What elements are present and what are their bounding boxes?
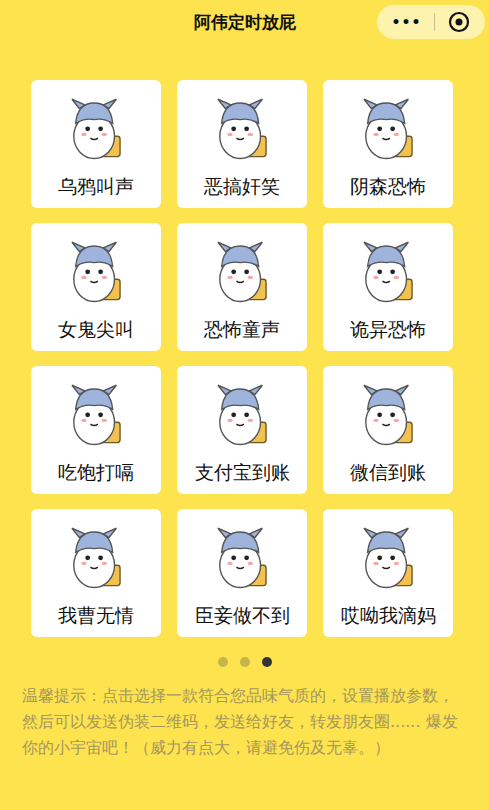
sound-card[interactable]: 女鬼尖叫 (31, 223, 161, 351)
sound-card[interactable]: 恐怖童声 (177, 223, 307, 351)
sound-label: 微信到账 (350, 460, 426, 486)
page-dot[interactable] (262, 657, 272, 667)
sound-card[interactable]: 臣妾做不到 (177, 509, 307, 637)
mascot-icon (205, 90, 279, 164)
mascot-icon (351, 233, 425, 307)
sound-card[interactable]: 支付宝到账 (177, 366, 307, 494)
sound-label: 吃饱打嗝 (58, 460, 134, 486)
page-title: 阿伟定时放屁 (194, 11, 296, 34)
mascot-icon (351, 90, 425, 164)
pagination (0, 657, 489, 667)
mascot-icon (59, 90, 133, 164)
nav-bar: 阿伟定时放屁 ••• (0, 0, 489, 44)
mascot-icon (59, 376, 133, 450)
mascot-icon (205, 376, 279, 450)
sound-label: 恶搞奸笑 (204, 174, 280, 200)
sound-label: 恐怖童声 (204, 317, 280, 343)
page-dot[interactable] (218, 657, 228, 667)
mascot-icon (351, 519, 425, 593)
more-button[interactable]: ••• (392, 14, 422, 30)
sound-card[interactable]: 阴森恐怖 (323, 80, 453, 208)
sound-grid: 乌鸦叫声 恶搞奸笑 阴森恐怖女鬼尖叫 恐怖童声 诡异恐怖吃饱打嗝 支付宝到账 微信到账我曹无… (0, 80, 489, 637)
sound-label: 我曹无情 (58, 603, 134, 629)
mascot-icon (205, 519, 279, 593)
mascot-icon (351, 376, 425, 450)
page: 阿伟定时放屁 ••• 乌鸦叫声 恶搞奸笑 阴森恐怖女鬼尖叫 恐怖童声 诡异恐怖吃饱打嗝 支付宝… (0, 0, 489, 810)
close-target-icon[interactable] (448, 11, 470, 33)
sound-card[interactable]: 我曹无情 (31, 509, 161, 637)
sound-label: 哎呦我滴妈 (341, 603, 436, 629)
capsule-divider (434, 13, 435, 31)
page-dot[interactable] (240, 657, 250, 667)
sound-label: 乌鸦叫声 (58, 174, 134, 200)
sound-card[interactable]: 吃饱打嗝 (31, 366, 161, 494)
mascot-icon (59, 519, 133, 593)
mascot-icon (59, 233, 133, 307)
sound-label: 阴森恐怖 (350, 174, 426, 200)
mascot-icon (205, 233, 279, 307)
sound-card[interactable]: 哎呦我滴妈 (323, 509, 453, 637)
sound-card[interactable]: 恶搞奸笑 (177, 80, 307, 208)
sound-label: 支付宝到账 (195, 460, 290, 486)
sound-label: 女鬼尖叫 (58, 317, 134, 343)
sound-label: 臣妾做不到 (195, 603, 290, 629)
sound-card[interactable]: 微信到账 (323, 366, 453, 494)
sound-card[interactable]: 乌鸦叫声 (31, 80, 161, 208)
sound-card[interactable]: 诡异恐怖 (323, 223, 453, 351)
sound-label: 诡异恐怖 (350, 317, 426, 343)
capsule: ••• (377, 5, 485, 39)
tip-text: 温馨提示：点击选择一款符合您品味气质的，设置播放参数，然后可以发送伪装二维码，发… (0, 683, 489, 761)
